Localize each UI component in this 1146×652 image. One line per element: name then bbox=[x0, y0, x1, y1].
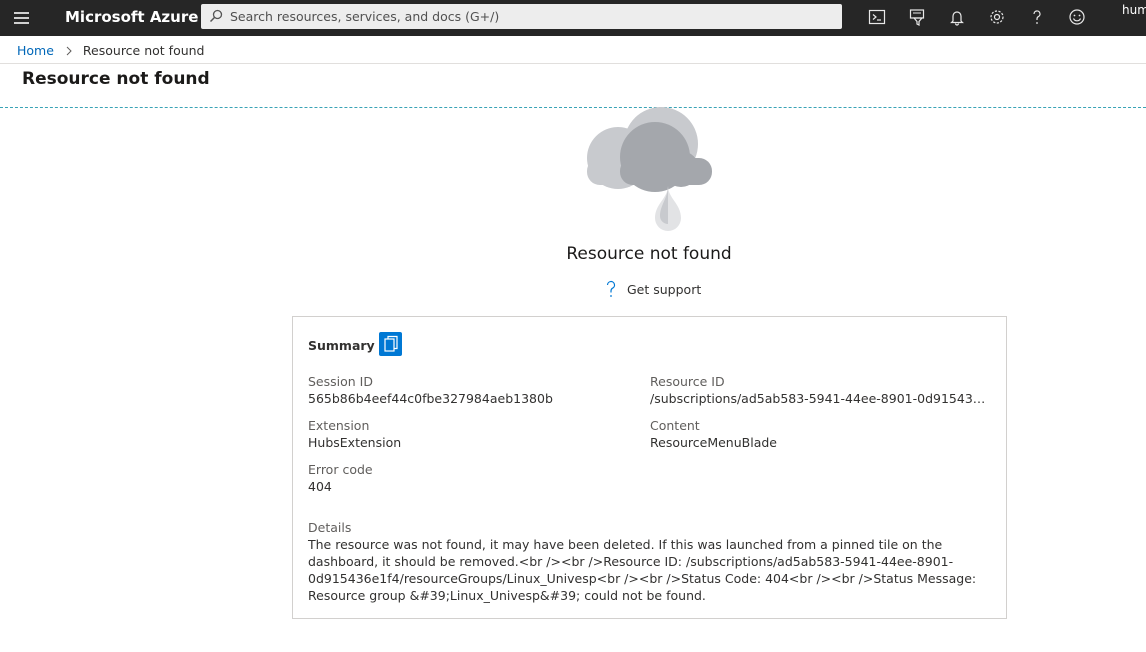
header-divider bbox=[0, 63, 1146, 64]
extension-value: HubsExtension bbox=[308, 435, 402, 450]
feedback-icon[interactable] bbox=[1064, 5, 1090, 29]
settings-icon[interactable] bbox=[984, 5, 1010, 29]
notifications-icon[interactable] bbox=[944, 5, 970, 29]
brand-title[interactable]: Microsoft Azure bbox=[65, 8, 198, 26]
session-id-field: Session ID 565b86b4eef44c0fbe327984aeb13… bbox=[308, 373, 628, 407]
copy-icon bbox=[383, 335, 398, 352]
cloud-shell-icon[interactable] bbox=[864, 5, 890, 29]
help-icon[interactable] bbox=[1024, 5, 1050, 29]
summary-panel: Summary Session ID 565b86b4eef44c0fbe327… bbox=[292, 316, 1007, 619]
details-field: Details The resource was not found, it m… bbox=[308, 519, 988, 604]
summary-title: Summary bbox=[308, 338, 375, 353]
error-code-label: Error code bbox=[308, 462, 373, 477]
menu-icon[interactable] bbox=[8, 6, 34, 30]
details-label: Details bbox=[308, 520, 352, 535]
search-icon bbox=[209, 9, 223, 23]
cloud-error-icon bbox=[587, 107, 712, 231]
account-name[interactable]: hum bbox=[1122, 3, 1146, 17]
resource-id-value: /subscriptions/ad5ab583-5941-44ee-8901-0… bbox=[650, 391, 990, 406]
session-id-label: Session ID bbox=[308, 374, 373, 389]
breadcrumb-current: Resource not found bbox=[82, 43, 205, 58]
resource-id-field: Resource ID /subscriptions/ad5ab583-5941… bbox=[650, 373, 990, 407]
search-input[interactable] bbox=[230, 4, 830, 29]
details-value: The resource was not found, it may have … bbox=[308, 537, 977, 603]
error-code-field: Error code 404 bbox=[308, 461, 628, 495]
get-support-label[interactable]: Get support bbox=[627, 282, 701, 297]
content-divider bbox=[0, 107, 1146, 108]
breadcrumb: Home Resource not found bbox=[17, 43, 205, 58]
content-label: Content bbox=[650, 418, 700, 433]
top-nav-bar: Microsoft Azure hum bbox=[0, 0, 1146, 36]
content-field: Content ResourceMenuBlade bbox=[650, 417, 990, 451]
resource-id-label: Resource ID bbox=[650, 374, 725, 389]
session-id-value: 565b86b4eef44c0fbe327984aeb1380b bbox=[308, 391, 553, 406]
content-value: ResourceMenuBlade bbox=[650, 435, 777, 450]
chevron-right-icon bbox=[66, 46, 72, 55]
error-code-value: 404 bbox=[308, 479, 332, 494]
breadcrumb-home-link[interactable]: Home bbox=[17, 43, 54, 58]
question-icon bbox=[606, 280, 616, 297]
error-heading: Resource not found bbox=[566, 244, 732, 264]
extension-field: Extension HubsExtension bbox=[308, 417, 628, 451]
page-title: Resource not found bbox=[22, 69, 210, 89]
search-box[interactable] bbox=[201, 4, 842, 29]
get-support-link[interactable]: Get support bbox=[604, 280, 701, 298]
directory-filter-icon[interactable] bbox=[904, 5, 930, 29]
copy-button[interactable] bbox=[379, 332, 402, 356]
extension-label: Extension bbox=[308, 418, 370, 433]
